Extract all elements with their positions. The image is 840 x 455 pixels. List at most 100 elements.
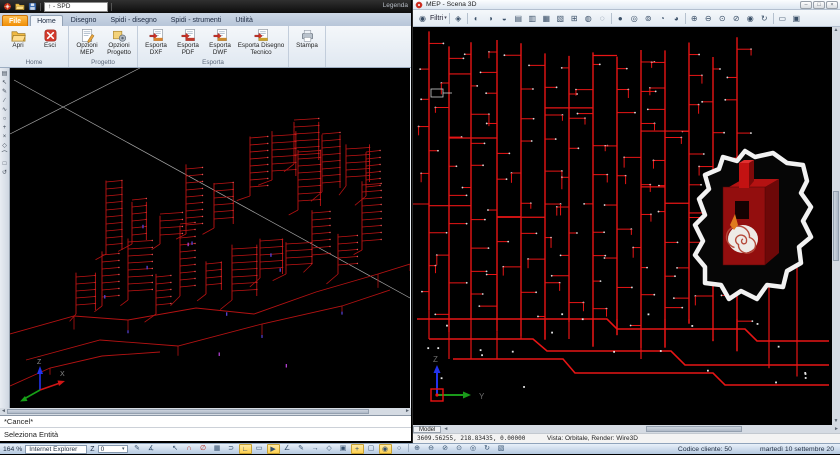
grid-toggle[interactable]: ▦ <box>211 444 224 454</box>
ortho-toggle[interactable]: ∟ <box>239 444 252 454</box>
erase-tool-icon[interactable]: × <box>1 133 9 141</box>
add-tool-icon[interactable]: + <box>1 124 9 132</box>
tab-utilit-[interactable]: Utilità <box>229 15 259 26</box>
zoom-window-button[interactable]: ⊙ <box>453 444 466 454</box>
exit-button[interactable]: Esci <box>35 27 65 50</box>
dynamic-ucs-toggle[interactable]: ◇ <box>323 444 336 454</box>
rect-tool-icon[interactable]: □ <box>1 160 9 168</box>
select-tool-icon[interactable]: ↖ <box>1 79 9 87</box>
minimize-button[interactable]: – <box>800 1 812 9</box>
scene-settings-icon[interactable]: ▣ <box>790 12 803 25</box>
polyline-tool-icon[interactable]: ∿ <box>1 106 9 114</box>
orbit-free-icon[interactable]: ◑ <box>484 12 497 25</box>
tab-spidi-disegno[interactable]: Spidi - disegno <box>104 15 162 26</box>
scrollbar-thumb[interactable] <box>7 409 369 414</box>
scroll-up-arrow[interactable]: ▲ <box>833 27 840 34</box>
drawing-canvas-2d[interactable]: ZX <box>10 68 410 408</box>
scroll-left-arrow[interactable]: ◄ <box>0 408 7 415</box>
undo-tool-icon[interactable]: ↺ <box>1 169 9 177</box>
view-top-icon[interactable]: ▤ <box>512 12 525 25</box>
zoom-out-button[interactable]: ⊖ <box>425 444 438 454</box>
tab-disegno[interactable]: Disegno <box>65 15 103 26</box>
scroll-down-arrow[interactable]: ▼ <box>833 418 840 425</box>
visibility-icon[interactable]: ◉ <box>416 12 429 25</box>
vertical-scrollbar[interactable]: ▲ ▼ <box>832 27 840 425</box>
circle-tool-icon[interactable]: ○ <box>1 115 9 123</box>
sketch-tool-icon[interactable]: ✎ <box>1 88 9 96</box>
pan-button[interactable]: ↻ <box>481 444 494 454</box>
internet-explorer-box[interactable]: Internet Explorer <box>25 445 87 454</box>
tab-file[interactable]: File <box>2 15 28 26</box>
maximize-button[interactable]: □ <box>813 1 825 9</box>
export-dwf-button[interactable]: Esporta DWF <box>205 27 235 57</box>
lights-icon[interactable]: ⊚ <box>642 12 655 25</box>
fullscreen-button[interactable]: ▧ <box>495 444 508 454</box>
close-button[interactable]: × <box>826 1 838 9</box>
open-folder-button[interactable]: Apri <box>3 27 33 50</box>
esnap-off-toggle[interactable]: ∅ <box>197 444 210 454</box>
zoom-previous-button[interactable]: ⊘ <box>439 444 452 454</box>
scrollbar-thumb[interactable] <box>646 426 742 432</box>
annotate-icon[interactable]: ✎ <box>131 444 144 454</box>
document-name-box[interactable]: ↑ - SPD <box>44 2 108 12</box>
filter-dropdown[interactable]: Filtri <box>430 15 443 22</box>
tab-model[interactable]: Model <box>413 426 441 433</box>
edit-toggle[interactable]: ✎ <box>295 444 308 454</box>
export-pdf-button[interactable]: Esporta PDF <box>173 27 203 57</box>
shadow-icon[interactable]: ◔ <box>656 12 669 25</box>
tab-home[interactable]: Home <box>30 15 63 26</box>
options-project-button[interactable]: Opzioni Progetto <box>104 27 134 57</box>
zoom-extents-button[interactable]: ◎ <box>467 444 480 454</box>
camera-icon[interactable]: ⊞ <box>568 12 581 25</box>
scroll-right-arrow[interactable]: ► <box>404 408 411 415</box>
dynamic-input-toggle[interactable]: + <box>351 444 364 454</box>
zoom-in-icon[interactable]: ⊕ <box>688 12 701 25</box>
open-icon[interactable] <box>15 2 25 11</box>
line-tool-icon[interactable]: ∕ <box>1 97 9 105</box>
background-icon[interactable]: ◕ <box>670 12 683 25</box>
zoom-in-button[interactable]: ⊕ <box>411 444 424 454</box>
elevation-dropdown[interactable]: 0 ▾ <box>98 445 128 453</box>
esnap-toggle[interactable]: ∩ <box>183 444 196 454</box>
arc-tool-icon[interactable]: ⌒ <box>1 151 9 159</box>
frame-toggle[interactable]: ▢ <box>365 444 378 454</box>
tab-spidi-strumenti[interactable]: Spidi - strumenti <box>165 15 228 26</box>
snap-toggle[interactable]: ⊃ <box>225 444 238 454</box>
lineweight-toggle[interactable]: → <box>309 444 322 454</box>
quad-toggle[interactable]: ◉ <box>379 444 392 454</box>
palette-tool-icon[interactable]: ▤ <box>1 70 9 78</box>
tablet-toggle[interactable]: ▣ <box>337 444 350 454</box>
render-mode-icon[interactable]: ◍ <box>582 12 595 25</box>
zoom-previous-icon[interactable]: ◉ <box>744 12 757 25</box>
orbit-continuous-icon[interactable]: ◒ <box>498 12 511 25</box>
wireframe-icon[interactable]: ◌ <box>596 12 609 25</box>
zoom-out-icon[interactable]: ⊖ <box>702 12 715 25</box>
zoom-window-icon[interactable]: ⊙ <box>716 12 729 25</box>
scroll-right-arrow[interactable]: ► <box>833 426 840 433</box>
export-tecnico-button[interactable]: Esporta Disegno Tecnico <box>237 27 285 57</box>
print-button[interactable]: Stampa <box>292 27 322 50</box>
screen-toggle[interactable]: ▭ <box>253 444 266 454</box>
horizontal-scrollbar[interactable]: ◄ ► <box>0 408 411 415</box>
options-mep-button[interactable]: Opzioni MEP <box>72 27 102 57</box>
view-iso-icon[interactable]: ▧ <box>554 12 567 25</box>
save-icon[interactable] <box>28 2 37 11</box>
rotate-tool-icon[interactable]: ◇ <box>1 142 9 150</box>
command-input[interactable]: Seleziona Entità <box>0 427 411 441</box>
zoom-extents-icon[interactable]: ⊘ <box>730 12 743 25</box>
polar-toggle[interactable]: ▶ <box>267 444 280 454</box>
scrollbar-thumb[interactable] <box>833 191 839 261</box>
orbit-icon[interactable]: ◐ <box>470 12 483 25</box>
viewport-3d[interactable]: ZY <box>413 27 832 425</box>
pan-icon[interactable]: ↻ <box>758 12 771 25</box>
view-front-icon[interactable]: ▥ <box>526 12 539 25</box>
chevron-down-icon[interactable]: ▾ <box>444 15 447 21</box>
shade-icon[interactable]: ● <box>614 12 627 25</box>
selection-cursor-toggle[interactable]: ↖ <box>169 444 182 454</box>
export-dxf-button[interactable]: Esporta DXF <box>141 27 171 57</box>
angle-snap-toggle[interactable]: ∠ <box>281 444 294 454</box>
view-side-icon[interactable]: ▦ <box>540 12 553 25</box>
viewport-icon[interactable]: ▭ <box>776 12 789 25</box>
selection-mode-icon[interactable]: ◈ <box>452 12 465 25</box>
scroll-left-arrow[interactable]: ◄ <box>442 426 449 433</box>
